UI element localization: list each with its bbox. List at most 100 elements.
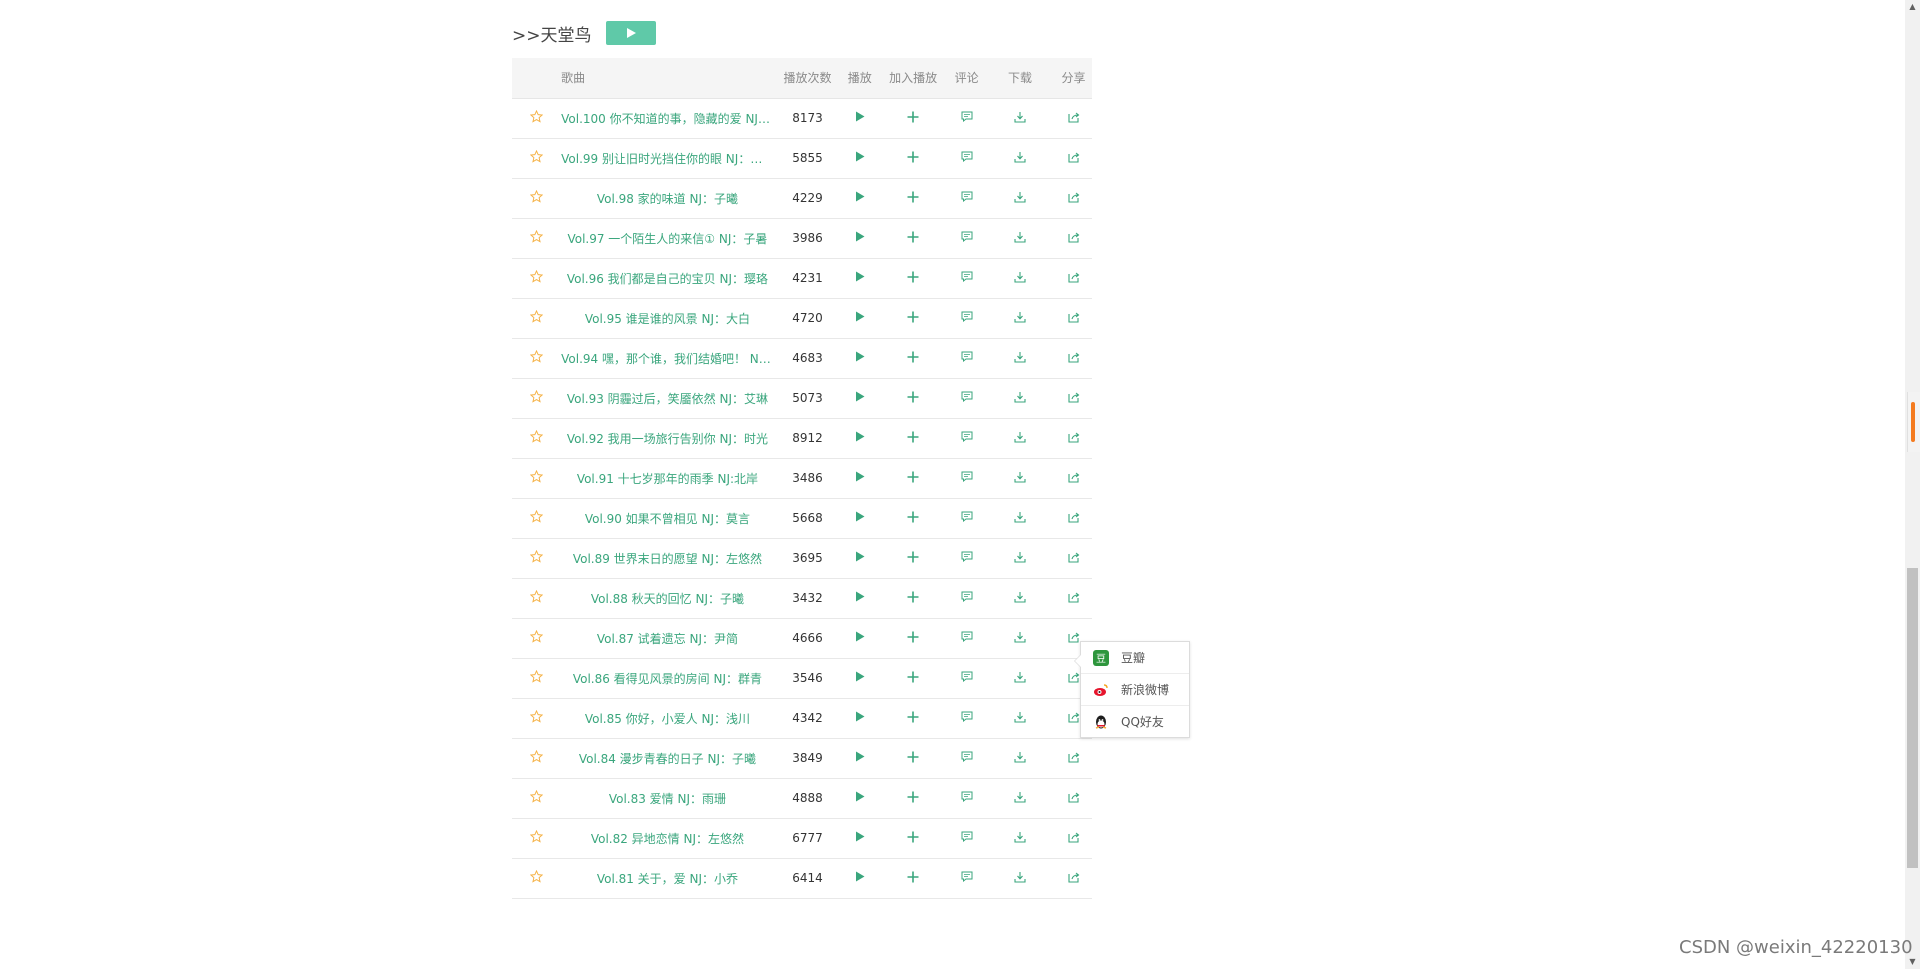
- row-add-button[interactable]: [878, 578, 948, 618]
- row-add-button[interactable]: [878, 418, 948, 458]
- row-play-button[interactable]: [841, 658, 878, 698]
- row-comment-button[interactable]: [948, 298, 985, 338]
- row-share-button[interactable]: [1055, 858, 1092, 898]
- row-play-button[interactable]: [841, 418, 878, 458]
- row-add-button[interactable]: [878, 138, 948, 178]
- row-add-button[interactable]: [878, 618, 948, 658]
- row-download-button[interactable]: [985, 698, 1055, 738]
- song-title-link[interactable]: Vol.81 关于，爱 NJ：小乔: [561, 858, 774, 898]
- row-play-button[interactable]: [841, 178, 878, 218]
- row-play-button[interactable]: [841, 378, 878, 418]
- favorite-button[interactable]: [512, 338, 561, 378]
- row-comment-button[interactable]: [948, 578, 985, 618]
- row-download-button[interactable]: [985, 458, 1055, 498]
- row-share-button[interactable]: [1055, 778, 1092, 818]
- favorite-button[interactable]: [512, 258, 561, 298]
- row-comment-button[interactable]: [948, 698, 985, 738]
- row-play-button[interactable]: [841, 618, 878, 658]
- row-download-button[interactable]: [985, 538, 1055, 578]
- row-download-button[interactable]: [985, 378, 1055, 418]
- row-play-button[interactable]: [841, 498, 878, 538]
- song-title-link[interactable]: Vol.100 你不知道的事，隐藏的爱 NJ：予晴: [561, 98, 774, 138]
- row-download-button[interactable]: [985, 418, 1055, 458]
- row-download-button[interactable]: [985, 98, 1055, 138]
- row-download-button[interactable]: [985, 498, 1055, 538]
- row-download-button[interactable]: [985, 658, 1055, 698]
- row-add-button[interactable]: [878, 698, 948, 738]
- row-share-button[interactable]: [1055, 258, 1092, 298]
- row-share-button[interactable]: [1055, 578, 1092, 618]
- row-share-button[interactable]: [1055, 138, 1092, 178]
- row-comment-button[interactable]: [948, 658, 985, 698]
- song-title-link[interactable]: Vol.93 阴霾过后，笑靥依然 NJ：艾琳: [561, 378, 774, 418]
- row-share-button[interactable]: [1055, 218, 1092, 258]
- favorite-button[interactable]: [512, 658, 561, 698]
- row-download-button[interactable]: [985, 138, 1055, 178]
- favorite-button[interactable]: [512, 218, 561, 258]
- row-add-button[interactable]: [878, 258, 948, 298]
- song-title-link[interactable]: Vol.99 别让旧时光挡住你的眼 NJ：时光: [561, 138, 774, 178]
- share-qq[interactable]: QQ好友: [1081, 706, 1189, 737]
- favorite-button[interactable]: [512, 818, 561, 858]
- row-play-button[interactable]: [841, 578, 878, 618]
- row-add-button[interactable]: [878, 98, 948, 138]
- row-add-button[interactable]: [878, 218, 948, 258]
- favorite-button[interactable]: [512, 378, 561, 418]
- row-add-button[interactable]: [878, 298, 948, 338]
- favorite-button[interactable]: [512, 418, 561, 458]
- row-share-button[interactable]: [1055, 98, 1092, 138]
- favorite-button[interactable]: [512, 738, 561, 778]
- row-share-button[interactable]: [1055, 458, 1092, 498]
- scroll-up-arrow[interactable]: ▲: [1905, 0, 1920, 14]
- row-comment-button[interactable]: [948, 818, 985, 858]
- row-play-button[interactable]: [841, 338, 878, 378]
- favorite-button[interactable]: [512, 98, 561, 138]
- row-add-button[interactable]: [878, 818, 948, 858]
- row-add-button[interactable]: [878, 538, 948, 578]
- row-play-button[interactable]: [841, 98, 878, 138]
- row-comment-button[interactable]: [948, 218, 985, 258]
- row-comment-button[interactable]: [948, 858, 985, 898]
- row-share-button[interactable]: [1055, 738, 1092, 778]
- row-play-button[interactable]: [841, 818, 878, 858]
- favorite-button[interactable]: [512, 498, 561, 538]
- row-comment-button[interactable]: [948, 538, 985, 578]
- song-title-link[interactable]: Vol.89 世界末日的愿望 NJ：左悠然: [561, 538, 774, 578]
- row-share-button[interactable]: [1055, 418, 1092, 458]
- favorite-button[interactable]: [512, 458, 561, 498]
- row-play-button[interactable]: [841, 538, 878, 578]
- row-comment-button[interactable]: [948, 778, 985, 818]
- song-title-link[interactable]: Vol.90 如果不曾相见 NJ：莫言: [561, 498, 774, 538]
- song-title-link[interactable]: Vol.84 漫步青春的日子 NJ：子曦: [561, 738, 774, 778]
- row-comment-button[interactable]: [948, 418, 985, 458]
- favorite-button[interactable]: [512, 578, 561, 618]
- song-title-link[interactable]: Vol.97 一个陌生人的来信① NJ：子暑: [561, 218, 774, 258]
- share-weibo[interactable]: 新浪微博: [1081, 674, 1189, 706]
- song-title-link[interactable]: Vol.82 异地恋情 NJ：左悠然: [561, 818, 774, 858]
- song-title-link[interactable]: Vol.83 爱情 NJ：雨珊: [561, 778, 774, 818]
- row-download-button[interactable]: [985, 298, 1055, 338]
- song-title-link[interactable]: Vol.91 十七岁那年的雨季 NJ:北岸: [561, 458, 774, 498]
- row-comment-button[interactable]: [948, 258, 985, 298]
- row-share-button[interactable]: [1055, 178, 1092, 218]
- row-download-button[interactable]: [985, 258, 1055, 298]
- favorite-button[interactable]: [512, 178, 561, 218]
- favorite-button[interactable]: [512, 298, 561, 338]
- row-play-button[interactable]: [841, 778, 878, 818]
- row-add-button[interactable]: [878, 498, 948, 538]
- favorite-button[interactable]: [512, 858, 561, 898]
- song-title-link[interactable]: Vol.96 我们都是自己的宝贝 NJ：璎珞: [561, 258, 774, 298]
- row-share-button[interactable]: [1055, 338, 1092, 378]
- row-add-button[interactable]: [878, 338, 948, 378]
- row-play-button[interactable]: [841, 138, 878, 178]
- row-play-button[interactable]: [841, 298, 878, 338]
- row-download-button[interactable]: [985, 338, 1055, 378]
- row-comment-button[interactable]: [948, 178, 985, 218]
- row-download-button[interactable]: [985, 178, 1055, 218]
- row-play-button[interactable]: [841, 858, 878, 898]
- row-download-button[interactable]: [985, 218, 1055, 258]
- row-share-button[interactable]: [1055, 818, 1092, 858]
- row-add-button[interactable]: [878, 738, 948, 778]
- song-title-link[interactable]: Vol.88 秋天的回忆 NJ：子曦: [561, 578, 774, 618]
- song-title-link[interactable]: Vol.94 嘿，那个谁，我们结婚吧！ NJ：大白: [561, 338, 774, 378]
